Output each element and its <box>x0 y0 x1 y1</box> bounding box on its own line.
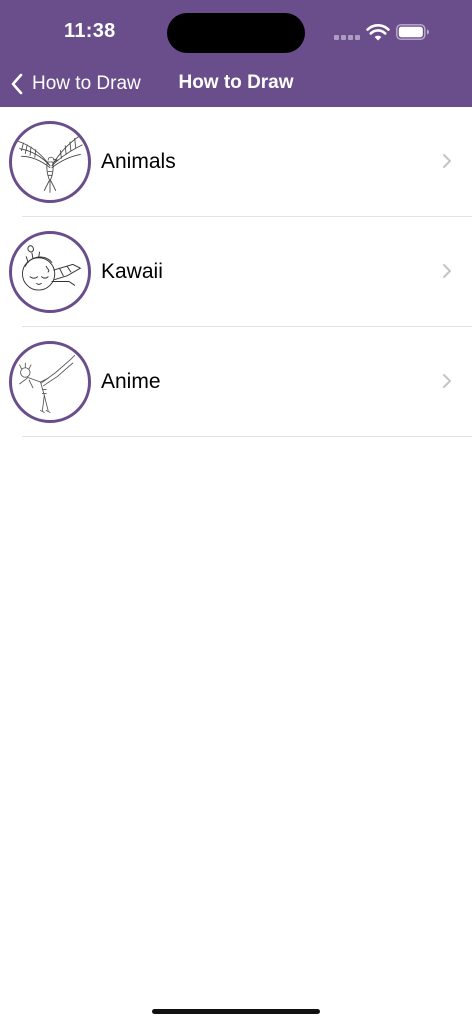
app-root: 11:38 How to Draw How to Draw Animals Ka… <box>0 0 472 1024</box>
chevron-right-icon <box>443 374 451 388</box>
cellular-signal-icon <box>334 35 360 41</box>
chevron-left-icon <box>11 73 23 95</box>
eagle-drawing-icon <box>9 121 91 203</box>
category-list: Animals Kawaii Anime <box>0 107 472 437</box>
list-item-label: Anime <box>101 370 161 393</box>
chevron-right-icon <box>443 154 451 168</box>
list-item-label: Animals <box>101 150 176 173</box>
back-button[interactable]: How to Draw <box>10 68 141 100</box>
list-item-kawaii[interactable]: Kawaii <box>0 217 472 327</box>
home-indicator[interactable] <box>152 1009 320 1014</box>
anime-fighter-drawing-icon <box>9 341 91 423</box>
chevron-right-icon <box>443 264 451 278</box>
header: 11:38 How to Draw How to Draw <box>0 0 472 107</box>
list-item-anime[interactable]: Anime <box>0 327 472 437</box>
kawaii-character-drawing-icon <box>9 231 91 313</box>
battery-icon <box>396 24 429 40</box>
list-item-label: Kawaii <box>101 260 163 283</box>
row-divider <box>22 436 472 437</box>
back-button-label: How to Draw <box>32 73 141 94</box>
wifi-icon <box>366 24 390 41</box>
status-time: 11:38 <box>64 20 116 42</box>
dynamic-island <box>167 13 305 53</box>
list-item-animals[interactable]: Animals <box>0 107 472 217</box>
page-title: How to Draw <box>178 72 294 93</box>
